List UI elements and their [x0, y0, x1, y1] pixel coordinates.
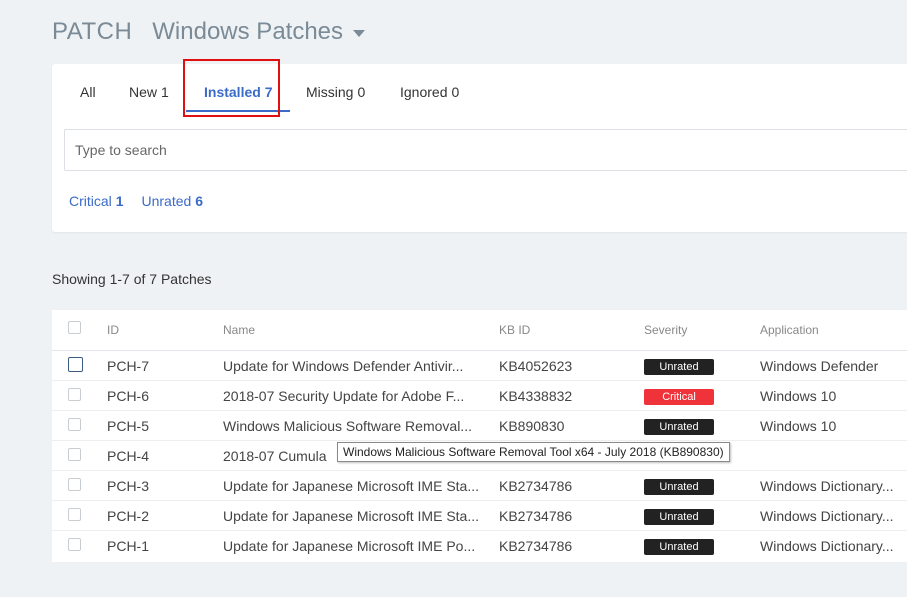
severity-badge: Unrated — [644, 419, 714, 435]
view-selector[interactable]: Windows Patches — [152, 18, 343, 46]
filter-card: All New1 Installed7 Missing0 Ignored0 Cr… — [52, 64, 907, 232]
severity-badge: Unrated — [644, 539, 714, 555]
cell-kb-id: KB2734786 — [499, 508, 573, 524]
cell-application: Windows Dictionary... — [760, 478, 894, 494]
column-header-kb-id[interactable]: KB ID — [499, 323, 530, 337]
table-header: ID Name KB ID Severity Application — [52, 310, 907, 351]
tab-count: 1 — [161, 84, 169, 100]
column-header-application[interactable]: Application — [760, 323, 819, 337]
tab-count: 7 — [264, 84, 273, 100]
cell-application: Windows Dictionary... — [760, 538, 894, 554]
filter-label: Unrated — [141, 193, 192, 209]
table-row[interactable]: PCH-2 Update for Japanese Microsoft IME … — [52, 501, 907, 531]
cell-name[interactable]: Windows Malicious Software Removal... — [223, 418, 491, 434]
tab-label: Ignored — [400, 84, 448, 100]
patch-table: ID Name KB ID Severity Application PCH-7… — [52, 310, 907, 562]
table-row[interactable]: PCH-5 Windows Malicious Software Removal… — [52, 411, 907, 441]
tab-installed[interactable]: Installed 7 — [204, 84, 273, 100]
tab-new[interactable]: New 1 — [129, 84, 169, 100]
row-checkbox[interactable] — [68, 418, 81, 431]
filter-label: Critical — [69, 193, 112, 209]
row-checkbox[interactable] — [68, 478, 81, 491]
tab-count: 0 — [451, 84, 460, 100]
cell-application: Windows 10 — [760, 388, 837, 404]
tab-label: Installed — [204, 84, 261, 100]
column-header-name[interactable]: Name — [223, 323, 255, 337]
search-input[interactable] — [64, 129, 907, 171]
result-summary: Showing 1-7 of 7 Patches — [52, 271, 212, 287]
cell-name[interactable]: Update for Japanese Microsoft IME Sta... — [223, 478, 491, 494]
cell-name[interactable]: Update for Japanese Microsoft IME Sta... — [223, 508, 491, 524]
severity-filters: Critical 1 Unrated 6 — [69, 193, 217, 209]
filter-count: 1 — [115, 193, 124, 209]
cell-kb-id: KB2734786 — [499, 538, 573, 554]
table-row[interactable]: PCH-7 Update for Windows Defender Antivi… — [52, 351, 907, 381]
tab-ignored[interactable]: Ignored 0 — [400, 84, 459, 100]
row-checkbox[interactable] — [68, 508, 81, 521]
cell-kb-id: KB4052623 — [499, 358, 573, 374]
select-all-checkbox[interactable] — [68, 321, 81, 334]
tab-label: All — [80, 84, 96, 100]
cell-id: PCH-7 — [107, 358, 150, 374]
column-header-id[interactable]: ID — [107, 323, 119, 337]
cell-application: Windows 10 — [760, 418, 837, 434]
cell-kb-id: KB2734786 — [499, 478, 573, 494]
row-checkbox[interactable] — [68, 448, 81, 461]
filter-unrated[interactable]: Unrated 6 — [141, 193, 203, 209]
filter-count: 6 — [195, 193, 204, 209]
cell-id: PCH-2 — [107, 508, 150, 524]
severity-badge: Critical — [644, 389, 714, 405]
cell-application: Windows Defender — [760, 358, 879, 374]
name-tooltip: Windows Malicious Software Removal Tool … — [337, 442, 730, 462]
tab-label: New — [129, 84, 158, 100]
cell-application: Windows Dictionary... — [760, 508, 894, 524]
cell-name[interactable]: 2018-07 Security Update for Adobe F... — [223, 388, 491, 404]
active-tab-indicator — [186, 110, 290, 112]
cell-id: PCH-6 — [107, 388, 150, 404]
tab-label: Missing — [306, 84, 354, 100]
severity-badge: Unrated — [644, 359, 714, 375]
cell-kb-id: KB4338832 — [499, 388, 573, 404]
cell-id: PCH-1 — [107, 538, 150, 554]
filter-critical[interactable]: Critical 1 — [69, 193, 124, 209]
module-title: PATCH — [52, 18, 133, 45]
column-header-severity[interactable]: Severity — [644, 323, 687, 337]
page-header: PATCH Windows Patches — [52, 14, 366, 50]
tab-count: 0 — [357, 84, 366, 100]
cell-id: PCH-5 — [107, 418, 150, 434]
cell-name[interactable]: Update for Windows Defender Antivir... — [223, 358, 491, 374]
row-checkbox[interactable] — [68, 538, 81, 551]
row-checkbox[interactable] — [68, 357, 83, 372]
cell-id: PCH-4 — [107, 448, 150, 464]
cell-name[interactable]: Update for Japanese Microsoft IME Po... — [223, 538, 491, 554]
severity-badge: Unrated — [644, 479, 714, 495]
table-row[interactable]: PCH-3 Update for Japanese Microsoft IME … — [52, 471, 907, 501]
row-checkbox[interactable] — [68, 388, 81, 401]
cell-kb-id: KB890830 — [499, 418, 565, 434]
tab-all[interactable]: All — [80, 84, 96, 100]
tab-missing[interactable]: Missing 0 — [306, 84, 365, 100]
severity-badge: Unrated — [644, 509, 714, 525]
table-row[interactable]: PCH-6 2018-07 Security Update for Adobe … — [52, 381, 907, 411]
cell-id: PCH-3 — [107, 478, 150, 494]
caret-down-icon[interactable] — [353, 29, 366, 37]
table-row[interactable]: PCH-1 Update for Japanese Microsoft IME … — [52, 531, 907, 561]
